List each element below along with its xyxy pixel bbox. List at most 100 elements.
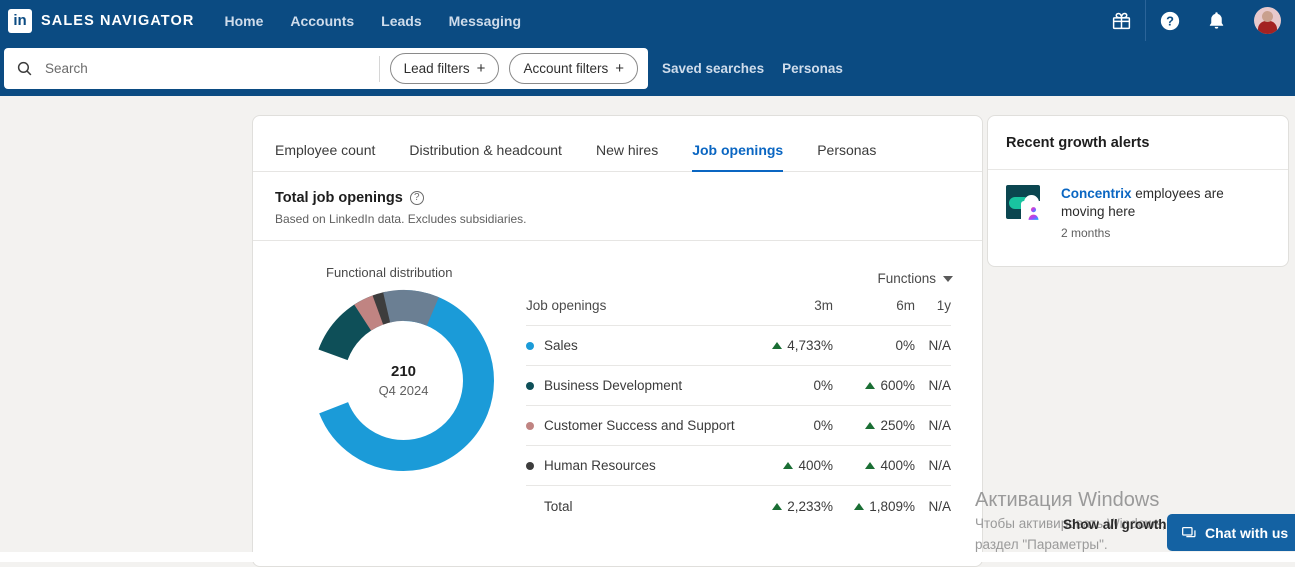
alert-headline: Concentrix employees are moving here (1061, 185, 1270, 221)
notifications-bell-icon[interactable] (1193, 0, 1240, 41)
column-header-1y: 1y (936, 298, 951, 313)
brand-logo-group[interactable]: in SALES NAVIGATOR (0, 8, 195, 33)
search-pill: Lead filters + Account filters + (4, 48, 648, 89)
help-tooltip-icon[interactable]: ? (409, 191, 424, 205)
row-3m-cell: 0% (751, 418, 833, 433)
help-icon[interactable]: ? (1146, 0, 1193, 41)
nav-link-accounts[interactable]: Accounts (290, 13, 354, 29)
lead-filters-plus-icon: + (476, 60, 486, 77)
recent-growth-alerts-panel: Recent growth alerts c (987, 115, 1289, 267)
donut-center-value: 210 (390, 363, 417, 381)
row-1y-value: N/A (928, 418, 951, 433)
search-bar-region: Lead filters + Account filters + Saved s… (0, 41, 1295, 96)
nav-link-home[interactable]: Home (224, 13, 263, 29)
row-6m-value: 250% (880, 418, 915, 433)
avatar[interactable] (1254, 7, 1281, 34)
legend-dot-business-development (526, 381, 534, 390)
search-divider (378, 55, 380, 82)
donut-center-period: Q4 2024 (378, 382, 429, 398)
alert-timestamp: 2 months (1061, 226, 1111, 241)
gift-icon[interactable] (1098, 0, 1145, 41)
column-header-name: Job openings (526, 298, 607, 313)
insights-card: Employee count Distribution & headcount … (252, 115, 983, 567)
account-filters-label: Account filters (523, 61, 609, 76)
row-1y-value: N/A (928, 338, 951, 353)
card-title-row: Total job openings ? (275, 190, 960, 206)
nav-link-messaging[interactable]: Messaging (449, 13, 521, 29)
row-6m-cell: 600% (833, 378, 915, 393)
total-6m-value: 1,809% (869, 498, 915, 514)
trend-up-icon (865, 462, 876, 469)
svg-text:?: ? (1166, 13, 1174, 28)
row-3m-cell: 4,733% (751, 338, 833, 353)
row-label: Sales (544, 338, 578, 353)
card-header: Total job openings ? Based on LinkedIn d… (253, 172, 982, 241)
brand-title: SALES NAVIGATOR (41, 12, 195, 29)
bottom-strip (0, 552, 1295, 562)
search-quick-links: Saved searches Personas (662, 61, 843, 76)
rail-title: Recent growth alerts (988, 116, 1288, 170)
row-label: Customer Success and Support (544, 418, 735, 433)
saved-searches-link[interactable]: Saved searches (662, 61, 764, 76)
table-row[interactable]: Customer Success and Support 0% 250% N/A (526, 406, 951, 446)
table-row[interactable]: Business Development 0% 600% N/A (526, 366, 951, 406)
table-row[interactable]: Sales 4,733% 0% N/A (526, 326, 951, 366)
row-name-cell: Business Development (526, 378, 751, 393)
trend-up-icon (865, 422, 876, 429)
row-6m-cell: 0% (833, 338, 915, 353)
job-openings-table: Job openings 3m 6m 1y Sales 4,733% 0% N/… (526, 286, 951, 526)
row-label: Business Development (544, 378, 683, 393)
alert-text-block: Concentrix employees are moving here 2 m… (1061, 185, 1270, 240)
row-3m-value: 4,733% (787, 338, 833, 353)
lead-filters-label: Lead filters (403, 61, 470, 76)
show-all-growth-link[interactable]: Show all growth (1063, 517, 1167, 532)
search-icon (4, 60, 45, 77)
functional-distribution-donut-chart: 210 Q4 2024 (301, 278, 506, 483)
legend-dot-sales (526, 341, 534, 350)
account-filters-button[interactable]: Account filters + (509, 53, 638, 84)
tab-job-openings[interactable]: Job openings (692, 142, 784, 172)
row-name-cell: Human Resources (526, 458, 751, 473)
column-header-6m: 6m (896, 298, 915, 313)
chat-with-us-label: Chat with us (1205, 524, 1289, 541)
personas-link[interactable]: Personas (782, 61, 843, 76)
trend-up-icon (772, 502, 783, 510)
nav-right-group: ? (1098, 0, 1295, 41)
trend-up-icon (865, 382, 876, 389)
row-name-cell: Customer Success and Support (526, 418, 751, 433)
search-input[interactable] (45, 48, 379, 89)
functions-dropdown-label: Functions (877, 271, 936, 286)
column-header-3m: 3m (814, 298, 833, 313)
row-6m-cell: 400% (833, 458, 915, 473)
table-header-row: Job openings 3m 6m 1y (526, 286, 951, 326)
account-filters-plus-icon: + (615, 60, 624, 77)
alert-company-link[interactable]: Concentrix (1061, 186, 1132, 201)
row-3m-cell: 400% (751, 458, 833, 473)
functions-dropdown[interactable]: Functions (877, 271, 953, 286)
trend-up-icon (772, 342, 783, 349)
row-6m-value: 400% (880, 458, 915, 473)
tab-personas[interactable]: Personas (817, 142, 876, 172)
table-row[interactable]: Human Resources 400% 400% N/A (526, 446, 951, 486)
tab-new-hires[interactable]: New hires (596, 142, 658, 172)
total-6m-cell: 1,809% (833, 499, 915, 514)
row-3m-cell: 0% (751, 378, 833, 393)
card-subtitle: Based on LinkedIn data. Excludes subsidi… (275, 212, 527, 226)
total-label: Total (544, 498, 573, 514)
tab-distribution-headcount[interactable]: Distribution & headcount (409, 142, 562, 172)
tab-employee-count[interactable]: Employee count (275, 142, 375, 172)
donut-center-label: 210 Q4 2024 (301, 278, 506, 483)
chat-bubble-icon (1182, 526, 1196, 537)
row-3m-value: 0% (813, 378, 833, 393)
nav-link-leads[interactable]: Leads (381, 13, 421, 29)
total-1y-value: N/A (928, 498, 951, 514)
legend-dot-customer-success (526, 421, 534, 430)
legend-dot-human-resources (526, 461, 534, 470)
chat-with-us-button[interactable]: Chat with us (1167, 514, 1295, 551)
avatar-wrapper (1240, 7, 1295, 34)
lead-filters-button[interactable]: Lead filters + (389, 53, 500, 84)
person-badge-icon (1021, 201, 1046, 226)
primary-nav-links: Home Accounts Leads Messaging (224, 13, 521, 29)
growth-alert-item[interactable]: c Con (988, 170, 1288, 255)
company-logo-icon: c (1006, 185, 1047, 226)
